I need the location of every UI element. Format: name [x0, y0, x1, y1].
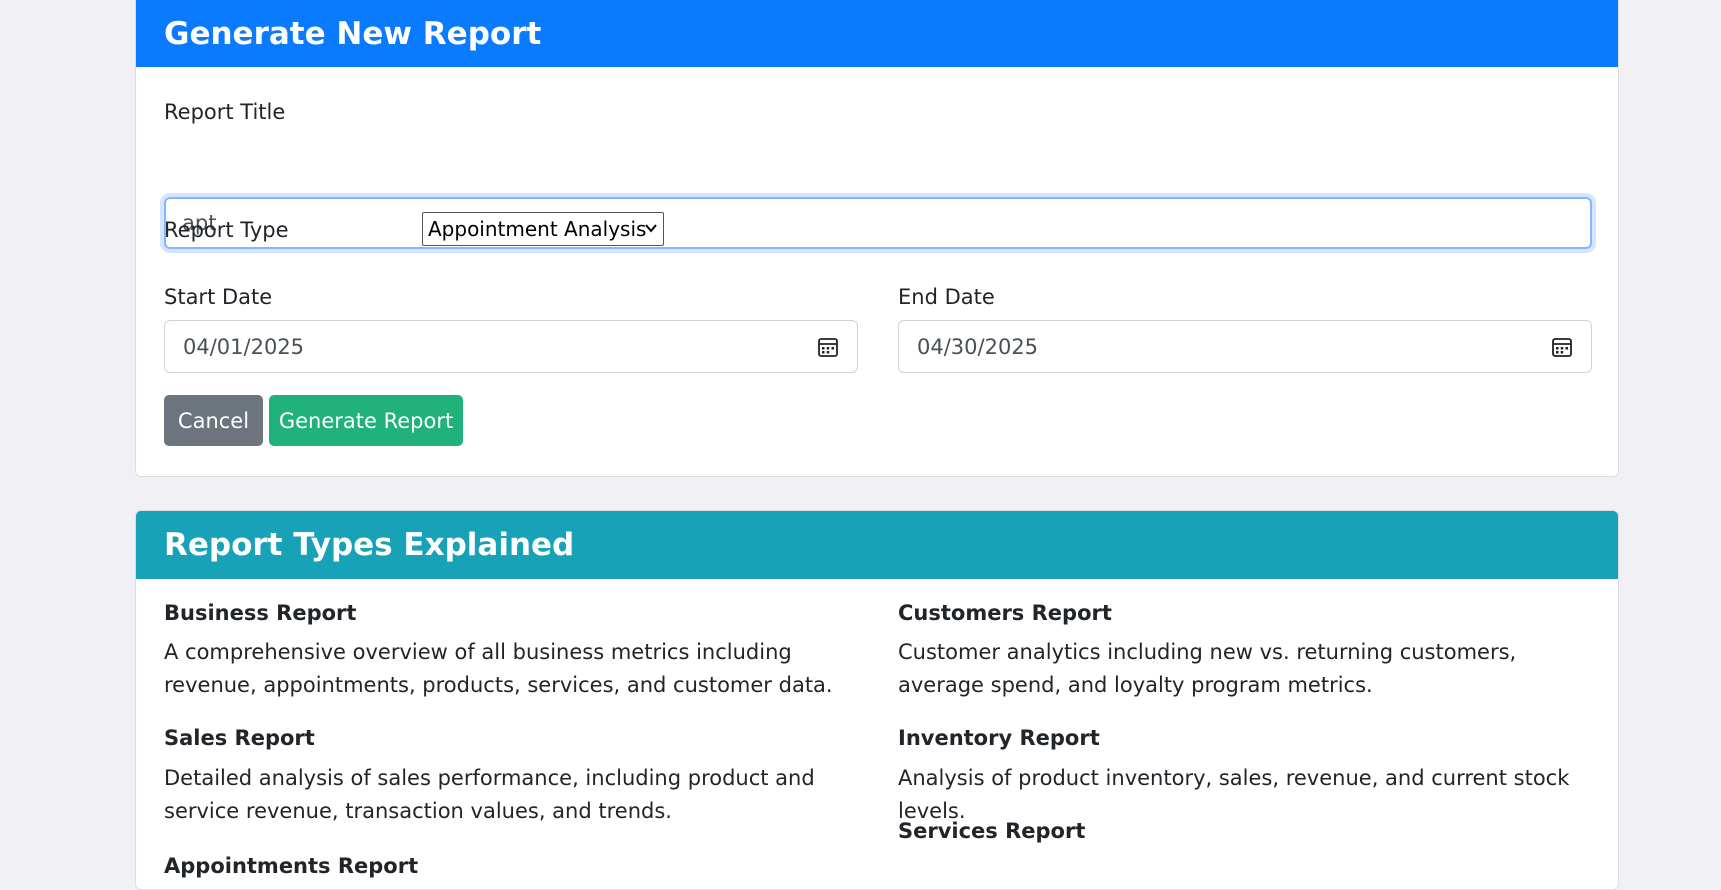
start-date-input[interactable]: 04/01/2025	[164, 320, 858, 373]
end-date-input[interactable]: 04/30/2025	[898, 320, 1592, 373]
customers-report-title: Customers Report	[898, 601, 1112, 625]
generate-report-button[interactable]: Generate Report	[269, 395, 463, 446]
services-report-title: Services Report	[898, 819, 1086, 843]
appointments-report-title: Appointments Report	[164, 854, 419, 878]
sales-report-title: Sales Report	[164, 726, 315, 750]
report-title-input[interactable]	[164, 197, 1592, 249]
report-title-label: Report Title	[164, 100, 286, 124]
report-type-selected: Appointment Analysis	[428, 217, 647, 241]
cancel-button[interactable]: Cancel	[164, 395, 263, 446]
calendar-icon[interactable]	[1551, 336, 1573, 358]
end-date-label: End Date	[898, 285, 995, 309]
chevron-down-icon	[645, 224, 657, 233]
sales-report-desc: Detailed analysis of sales performance, …	[164, 766, 815, 823]
customers-report-desc: Customer analytics including new vs. ret…	[898, 640, 1517, 697]
inventory-report-title: Inventory Report	[898, 726, 1100, 750]
business-report-desc: A comprehensive overview of all business…	[164, 640, 833, 697]
end-date-value: 04/30/2025	[917, 334, 1039, 359]
start-date-label: Start Date	[164, 285, 273, 309]
business-report-title: Business Report	[164, 601, 357, 625]
report-types-card: Report Types Explained Business Report A…	[135, 510, 1619, 890]
generate-report-header: Generate New Report	[136, 0, 1618, 67]
start-date-value: 04/01/2025	[183, 334, 305, 359]
generate-report-card: Generate New Report Report Title Report …	[135, 0, 1619, 477]
report-types-header: Report Types Explained	[136, 511, 1618, 579]
report-type-label: Report Type	[164, 218, 289, 242]
report-type-select[interactable]: Appointment Analysis	[422, 212, 664, 246]
calendar-icon[interactable]	[817, 336, 839, 358]
